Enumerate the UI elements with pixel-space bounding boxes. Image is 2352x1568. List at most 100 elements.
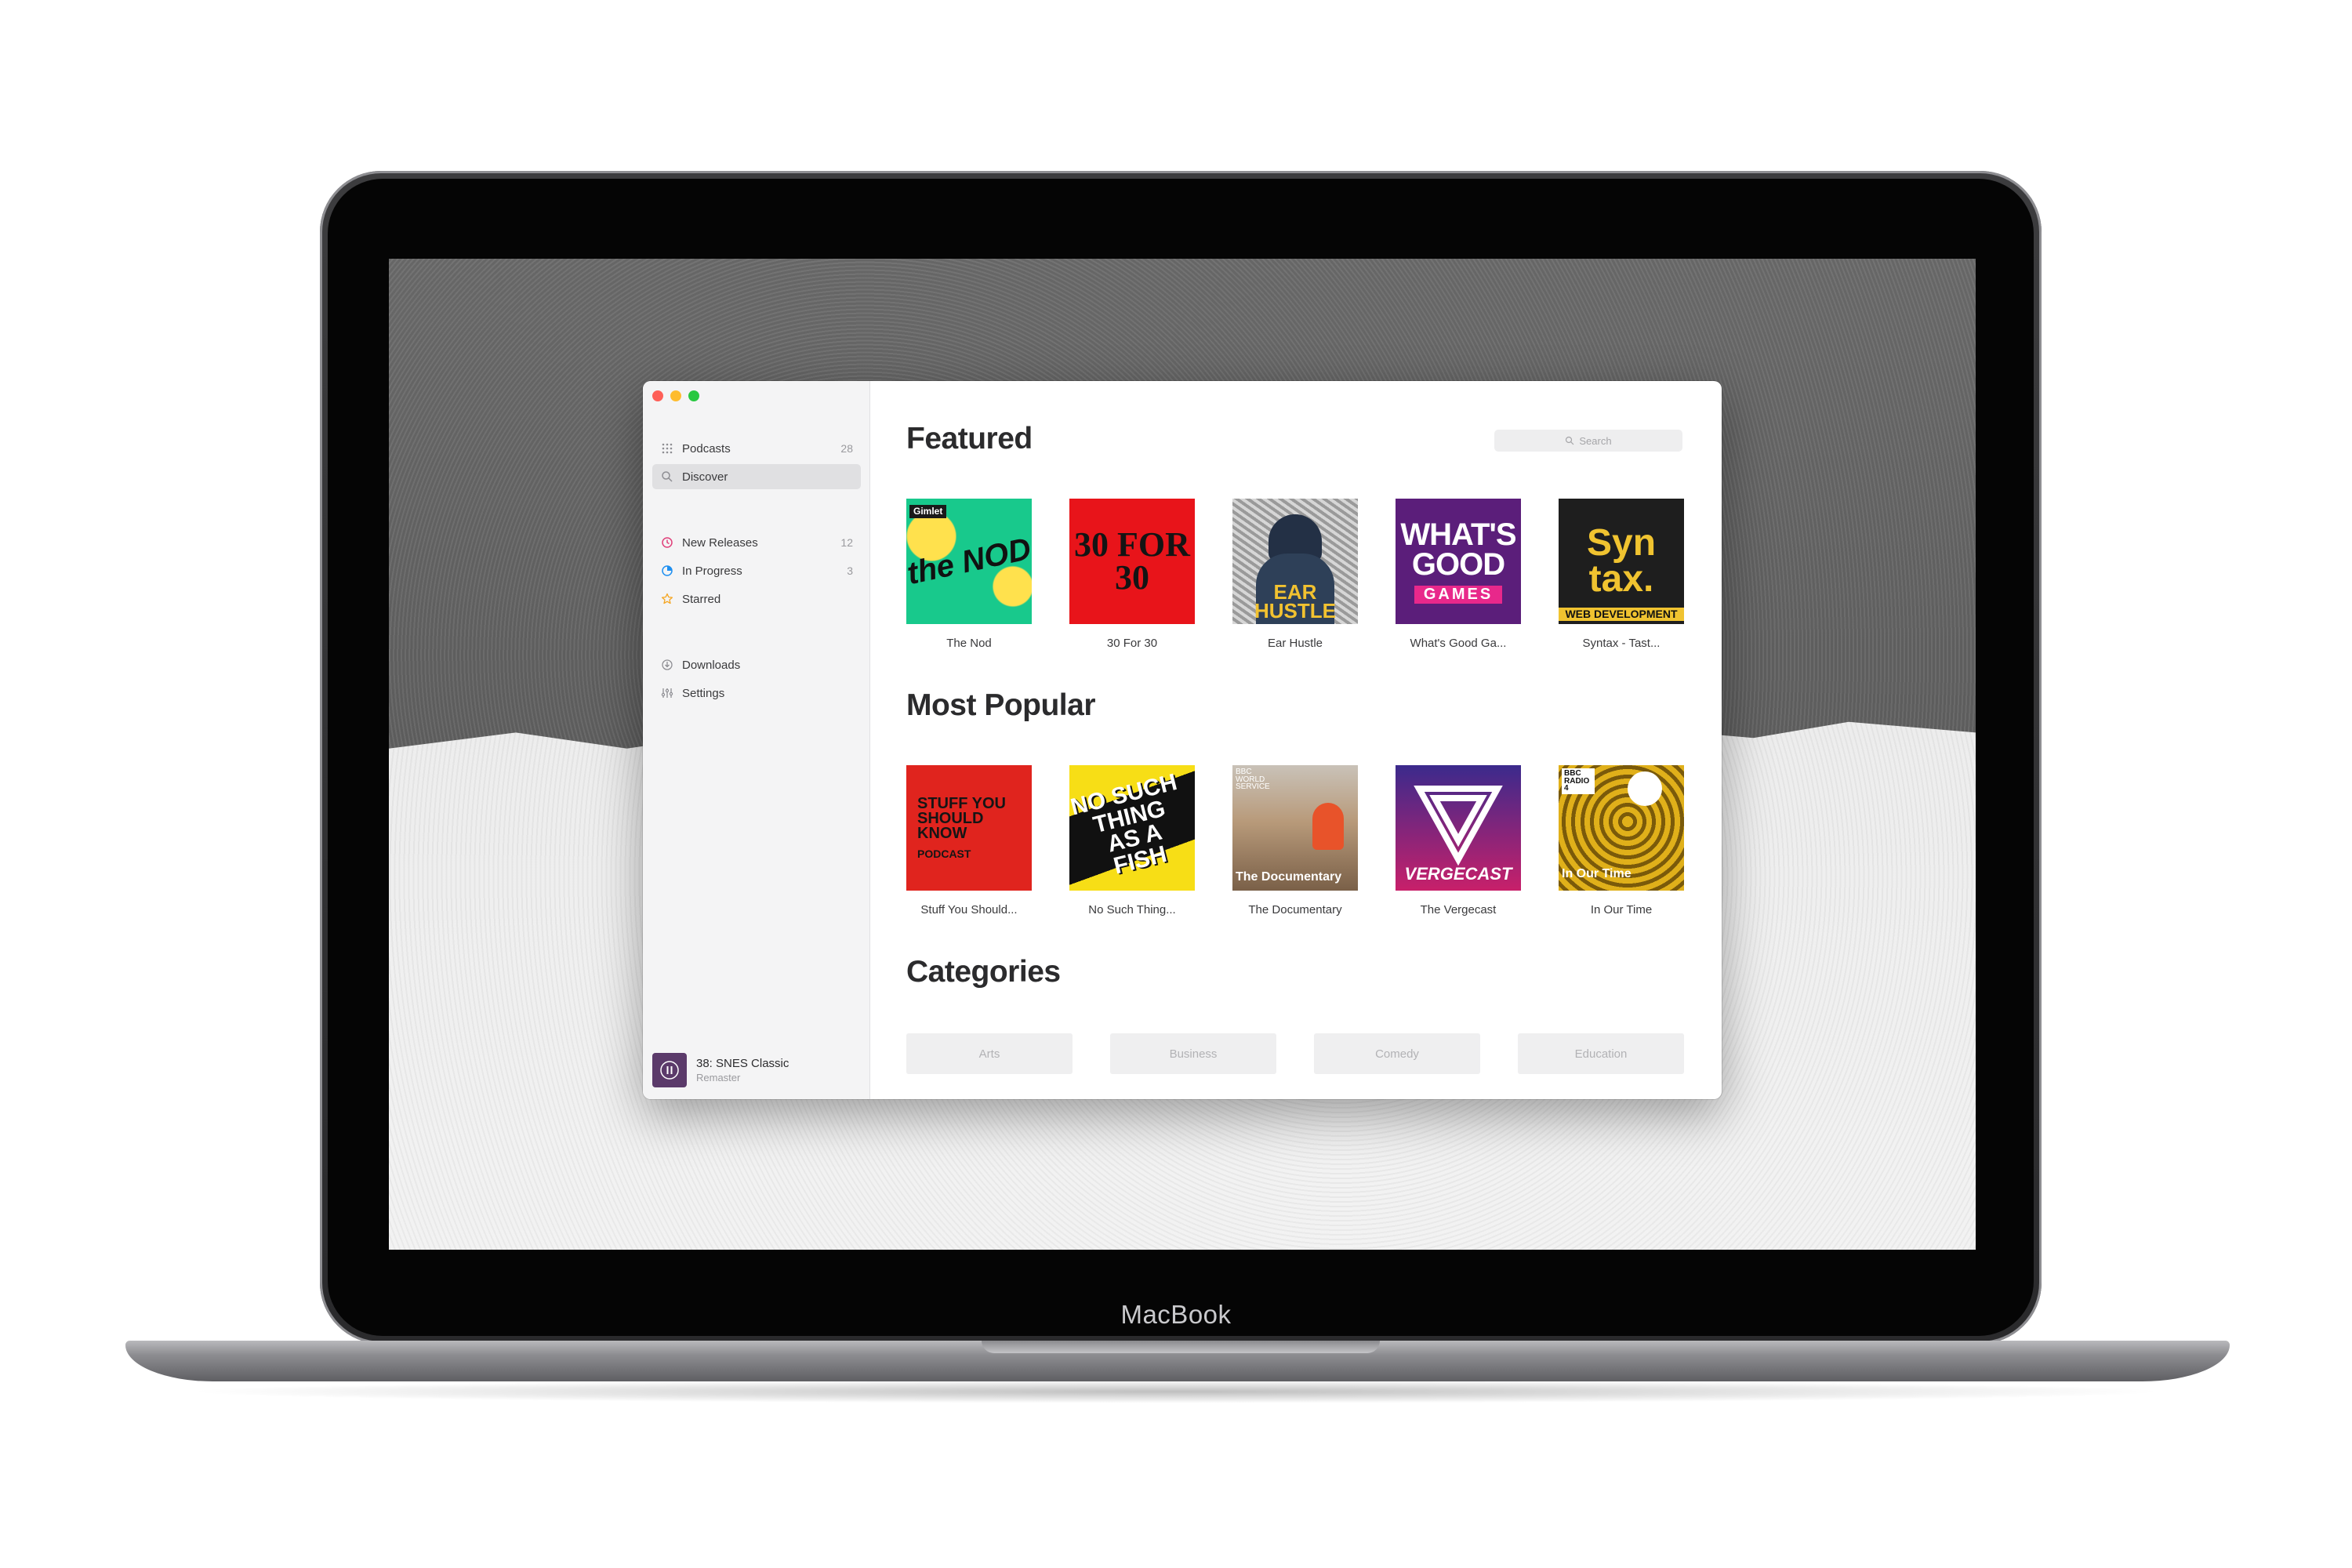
featured-title: Featured xyxy=(906,422,1033,456)
podcast-tile-in-our-time[interactable]: BBC RADIO 4 In Our Time In Our Time xyxy=(1559,765,1684,916)
download-icon xyxy=(660,658,674,672)
clock-icon xyxy=(660,535,674,550)
podcast-artwork: BBC WORLD SERVICE The Documentary xyxy=(1232,765,1358,891)
podcast-title: No Such Thing... xyxy=(1088,903,1176,916)
categories-title: Categories xyxy=(906,955,1061,989)
macbook-label: MacBook xyxy=(1120,1300,1232,1329)
now-playing-title: 38: SNES Classic xyxy=(696,1057,789,1070)
podcast-tile-whats-good-games[interactable]: WHAT'S GOOD GAMES What's Good Ga... xyxy=(1396,499,1521,650)
sidebar-item-label: In Progress xyxy=(682,564,742,578)
podcast-tile-stuff-you-should-know[interactable]: STUFF YOU SHOULD KNOW PODCAST Stuff You … xyxy=(906,765,1032,916)
podcast-tile-the-documentary[interactable]: BBC WORLD SERVICE The Documentary The Do… xyxy=(1232,765,1358,916)
art-text: The Documentary xyxy=(1236,869,1342,884)
art-text: 30 FOR 30 xyxy=(1074,525,1190,597)
podcast-title: The Documentary xyxy=(1248,903,1342,916)
laptop-notch xyxy=(982,1341,1380,1353)
podcast-artwork: Syn tax. WEB DEVELOPMENT xyxy=(1559,499,1684,624)
star-icon xyxy=(660,592,674,606)
sidebar-item-count: 28 xyxy=(840,442,853,455)
art-badge: BBC WORLD SERVICE xyxy=(1236,768,1270,791)
art-text: the NOD xyxy=(906,531,1032,592)
podcast-tile-no-such-thing-as-a-fish[interactable]: NO SUCH THING AS A FISH No Such Thing... xyxy=(1069,765,1195,916)
sidebar: Podcasts 28 Discover New Releases 12 In … xyxy=(643,381,870,1099)
sidebar-item-new-releases[interactable]: New Releases 12 xyxy=(652,530,861,555)
art-subtext: GAMES xyxy=(1414,585,1503,604)
sidebar-item-label: Downloads xyxy=(682,658,741,672)
sidebar-item-downloads[interactable]: Downloads xyxy=(652,652,861,677)
art-text: VERGECAST xyxy=(1404,864,1512,884)
podcast-artwork: 30 FOR 30 xyxy=(1069,499,1195,624)
sidebar-item-label: New Releases xyxy=(682,535,758,550)
now-playing[interactable]: 38: SNES Classic Remaster xyxy=(652,1052,861,1088)
category-comedy[interactable]: Comedy xyxy=(1314,1033,1480,1074)
podcast-title: Ear Hustle xyxy=(1267,637,1323,650)
most-popular-grid: STUFF YOU SHOULD KNOW PODCAST Stuff You … xyxy=(906,765,1684,916)
podcast-tile-the-nod[interactable]: Gimlet the NOD The Nod xyxy=(906,499,1032,650)
most-popular-title: Most Popular xyxy=(906,688,1096,722)
category-arts[interactable]: Arts xyxy=(906,1033,1073,1074)
sidebar-item-starred[interactable]: Starred xyxy=(652,586,861,612)
podcast-title: Syntax - Tast... xyxy=(1582,637,1661,650)
podcast-title: 30 For 30 xyxy=(1106,637,1158,650)
podcast-artwork: STUFF YOU SHOULD KNOW PODCAST xyxy=(906,765,1032,891)
minimize-button[interactable] xyxy=(670,390,681,401)
art-text: Syn tax. xyxy=(1586,522,1657,600)
categories-row: Arts Business Comedy Education xyxy=(906,1033,1684,1074)
art-subtext: WEB DEVELOPMENT xyxy=(1559,607,1684,621)
search-input[interactable]: Search xyxy=(1494,430,1682,452)
category-business[interactable]: Business xyxy=(1110,1033,1276,1074)
featured-grid: Gimlet the NOD The Nod 30 FOR 30 30 For … xyxy=(906,499,1684,650)
podcast-tile-ear-hustle[interactable]: EAR HUSTLE Ear Hustle xyxy=(1232,499,1358,650)
podcast-artwork: VERGECAST xyxy=(1396,765,1521,891)
podcasts-app-window: Podcasts 28 Discover New Releases 12 In … xyxy=(643,381,1722,1099)
now-playing-artwork xyxy=(652,1053,687,1087)
sidebar-item-label: Podcasts xyxy=(682,441,731,456)
podcast-title: In Our Time xyxy=(1590,903,1653,916)
settings-icon xyxy=(660,686,674,700)
art-text: EAR HUSTLE xyxy=(1254,579,1336,623)
art-subtext: PODCAST xyxy=(917,847,971,860)
progress-icon xyxy=(660,564,674,578)
podcast-tile-syntax[interactable]: Syn tax. WEB DEVELOPMENT Syntax - Tast..… xyxy=(1559,499,1684,650)
podcast-title: What's Good Ga... xyxy=(1410,637,1507,650)
sidebar-item-settings[interactable]: Settings xyxy=(652,681,861,706)
pause-icon xyxy=(660,1061,679,1080)
search-icon xyxy=(1566,436,1574,445)
podcast-artwork: NO SUCH THING AS A FISH xyxy=(1069,765,1195,891)
laptop-shadow xyxy=(180,1380,2172,1403)
art-text: STUFF YOU SHOULD KNOW xyxy=(917,794,1006,842)
podcast-tile-the-vergecast[interactable]: VERGECAST The Vergecast xyxy=(1396,765,1521,916)
sidebar-item-label: Settings xyxy=(682,686,725,700)
close-button[interactable] xyxy=(652,390,663,401)
main-content: Featured Search Gimlet the NOD The Nod 3… xyxy=(870,381,1722,1099)
now-playing-subtitle: Remaster xyxy=(696,1072,741,1083)
category-education[interactable]: Education xyxy=(1518,1033,1684,1074)
sidebar-item-in-progress[interactable]: In Progress 3 xyxy=(652,558,861,583)
podcast-title: The Vergecast xyxy=(1420,903,1497,916)
sidebar-item-podcasts[interactable]: Podcasts 28 xyxy=(652,436,861,461)
window-controls xyxy=(652,390,699,401)
sidebar-item-count: 3 xyxy=(847,564,853,577)
search-icon xyxy=(660,470,674,484)
podcast-title: The Nod xyxy=(946,637,992,650)
art-badge: BBC RADIO 4 xyxy=(1562,768,1595,794)
podcast-artwork: BBC RADIO 4 In Our Time xyxy=(1559,765,1684,891)
art-text: In Our Time xyxy=(1562,866,1632,880)
podcast-artwork: EAR HUSTLE xyxy=(1232,499,1358,624)
figure-shape xyxy=(1312,803,1344,850)
art-badge: Gimlet xyxy=(909,505,947,519)
podcast-artwork: Gimlet the NOD xyxy=(906,499,1032,624)
radio4-circle-icon xyxy=(1628,771,1662,806)
sidebar-item-discover[interactable]: Discover xyxy=(652,464,861,489)
sidebar-item-label: Starred xyxy=(682,592,721,606)
art-text: WHAT'S GOOD xyxy=(1400,517,1516,582)
podcast-title: Stuff You Should... xyxy=(920,903,1018,916)
art-text: NO SUCH THING AS A FISH xyxy=(1069,769,1180,880)
zoom-button[interactable] xyxy=(688,390,699,401)
search-placeholder: Search xyxy=(1579,434,1612,447)
podcast-tile-30-for-30[interactable]: 30 FOR 30 30 For 30 xyxy=(1069,499,1195,650)
sidebar-item-label: Discover xyxy=(682,470,728,484)
grid-icon xyxy=(660,441,674,456)
sidebar-item-count: 12 xyxy=(840,536,853,549)
podcast-artwork: WHAT'S GOOD GAMES xyxy=(1396,499,1521,624)
